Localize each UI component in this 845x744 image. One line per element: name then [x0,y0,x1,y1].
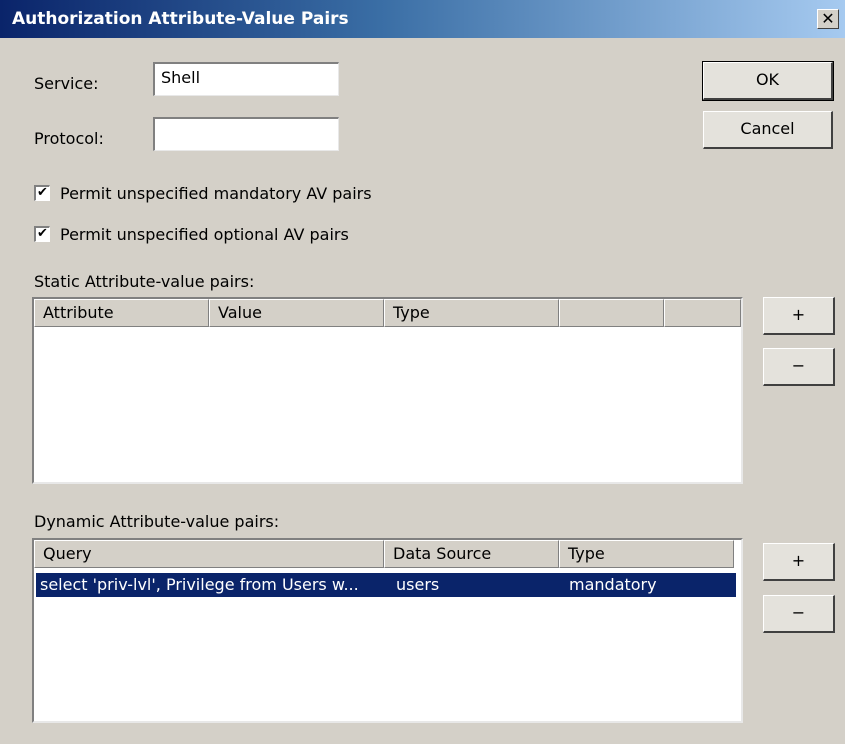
column-header-empty-1[interactable] [559,299,664,327]
data-source-cell: users [396,575,440,594]
permit-mandatory-label: Permit unspecified mandatory AV pairs [60,183,372,203]
column-header-type[interactable]: Type [559,540,734,568]
dynamic-list-header: Query Data Source Type [34,540,734,568]
cancel-button[interactable]: Cancel [703,111,833,149]
static-pairs-list[interactable]: Attribute Value Type [32,297,743,484]
permit-optional-label: Permit unspecified optional AV pairs [60,224,349,244]
window-title: Authorization Attribute-Value Pairs [12,9,349,29]
dynamic-pairs-label: Dynamic Attribute-value pairs: [34,512,280,531]
column-header-empty-2[interactable] [664,299,741,327]
permit-mandatory-checkbox[interactable]: ✔ [34,185,50,201]
static-remove-button[interactable]: − [763,348,835,386]
table-row[interactable]: select 'priv-lvl', Privilege from Users … [36,573,736,597]
service-value: Shell [161,68,201,87]
protocol-label: Protocol: [34,129,104,148]
close-icon: ✕ [821,9,835,28]
static-list-header: Attribute Value Type [34,299,741,327]
query-cell: select 'priv-lvl', Privilege from Users … [40,575,359,594]
type-cell: mandatory [569,575,657,594]
service-label: Service: [34,74,99,93]
dynamic-add-button[interactable]: + [763,543,835,581]
permit-mandatory-checkbox-row[interactable]: ✔ Permit unspecified mandatory AV pairs [34,182,372,204]
dynamic-remove-button[interactable]: − [763,595,835,633]
permit-optional-checkbox[interactable]: ✔ [34,226,50,242]
ok-button[interactable]: OK [702,61,834,101]
column-header-value[interactable]: Value [209,299,384,327]
column-header-query[interactable]: Query [34,540,384,568]
checkmark-icon: ✔ [37,185,48,200]
column-header-data-source[interactable]: Data Source [384,540,559,568]
dynamic-pairs-list[interactable]: Query Data Source Type select 'priv-lvl'… [32,538,743,723]
static-pairs-label: Static Attribute-value pairs: [34,272,255,291]
title-bar: Authorization Attribute-Value Pairs ✕ [0,0,845,38]
column-header-type[interactable]: Type [384,299,559,327]
protocol-input[interactable] [153,117,339,151]
service-input[interactable]: Shell [153,62,339,96]
static-add-button[interactable]: + [763,297,835,335]
checkmark-icon: ✔ [37,226,48,241]
permit-optional-checkbox-row[interactable]: ✔ Permit unspecified optional AV pairs [34,223,349,245]
close-button[interactable]: ✕ [817,9,839,29]
column-header-attribute[interactable]: Attribute [34,299,209,327]
